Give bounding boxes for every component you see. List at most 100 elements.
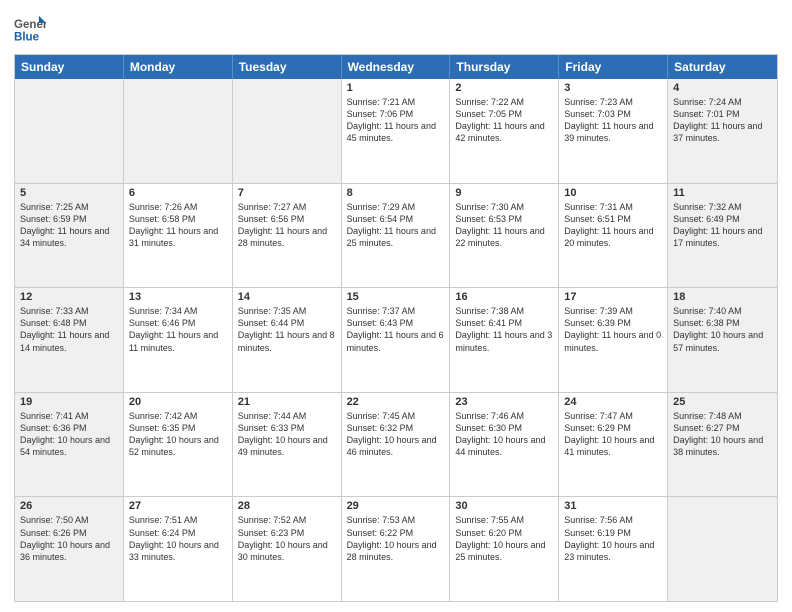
day-number: 22 [347,396,445,408]
day-number: 16 [455,291,553,303]
empty-cell-4-6 [668,497,777,601]
day-info: Sunrise: 7:40 AM Sunset: 6:38 PM Dayligh… [673,305,772,354]
empty-cell-0-1 [124,79,233,183]
day-cell-7: 7 Sunrise: 7:27 AM Sunset: 6:56 PM Daylig… [233,184,342,288]
day-cell-18: 18 Sunrise: 7:40 AM Sunset: 6:38 PM Dayli… [668,288,777,392]
day-info: Sunrise: 7:55 AM Sunset: 6:20 PM Dayligh… [455,514,553,563]
day-info: Sunrise: 7:56 AM Sunset: 6:19 PM Dayligh… [564,514,662,563]
day-info: Sunrise: 7:47 AM Sunset: 6:29 PM Dayligh… [564,410,662,459]
day-info: Sunrise: 7:45 AM Sunset: 6:32 PM Dayligh… [347,410,445,459]
header-day-sunday: Sunday [15,55,124,79]
day-number: 12 [20,291,118,303]
day-cell-2: 2 Sunrise: 7:22 AM Sunset: 7:05 PM Daylig… [450,79,559,183]
day-info: Sunrise: 7:42 AM Sunset: 6:35 PM Dayligh… [129,410,227,459]
day-info: Sunrise: 7:24 AM Sunset: 7:01 PM Dayligh… [673,96,772,145]
day-info: Sunrise: 7:37 AM Sunset: 6:43 PM Dayligh… [347,305,445,354]
day-cell-25: 25 Sunrise: 7:48 AM Sunset: 6:27 PM Dayli… [668,393,777,497]
day-number: 27 [129,500,227,512]
day-number: 15 [347,291,445,303]
header-day-tuesday: Tuesday [233,55,342,79]
svg-text:Blue: Blue [14,32,40,44]
day-number: 29 [347,500,445,512]
day-cell-28: 28Sunrise: 7:52 AM Sunset: 6:23 PM Dayli… [233,497,342,601]
day-cell-22: 22 Sunrise: 7:45 AM Sunset: 6:32 PM Dayli… [342,393,451,497]
day-cell-12: 12 Sunrise: 7:33 AM Sunset: 6:48 PM Dayli… [15,288,124,392]
day-info: Sunrise: 7:44 AM Sunset: 6:33 PM Dayligh… [238,410,336,459]
day-number: 13 [129,291,227,303]
day-cell-31: 31 Sunrise: 7:56 AM Sunset: 6:19 PM Dayli… [559,497,668,601]
day-number: 9 [455,187,553,199]
day-cell-27: 27Sunrise: 7:51 AM Sunset: 6:24 PM Dayli… [124,497,233,601]
day-info: Sunrise: 7:21 AM Sunset: 7:06 PM Dayligh… [347,96,445,145]
day-info: Sunrise: 7:53 AM Sunset: 6:22 PM Dayligh… [347,514,445,563]
day-info: Sunrise: 7:33 AM Sunset: 6:48 PM Dayligh… [20,305,118,354]
day-cell-5: 5 Sunrise: 7:25 AM Sunset: 6:59 PM Daylig… [15,184,124,288]
day-number: 14 [238,291,336,303]
calendar-row-1: 5 Sunrise: 7:25 AM Sunset: 6:59 PM Daylig… [15,184,777,289]
day-info: Sunrise: 7:23 AM Sunset: 7:03 PM Dayligh… [564,96,662,145]
day-number: 4 [673,82,772,94]
calendar: SundayMondayTuesdayWednesdayThursdayFrid… [14,54,778,602]
day-cell-17: 17Sunrise: 7:39 AM Sunset: 6:39 PM Dayli… [559,288,668,392]
day-info: Sunrise: 7:38 AM Sunset: 6:41 PM Dayligh… [455,305,553,354]
day-number: 19 [20,396,118,408]
page-container: General Blue SundayMondayTuesdayWednesda… [0,0,792,612]
day-cell-11: 11Sunrise: 7:32 AM Sunset: 6:49 PM Dayli… [668,184,777,288]
day-number: 5 [20,187,118,199]
day-info: Sunrise: 7:26 AM Sunset: 6:58 PM Dayligh… [129,201,227,250]
header-day-thursday: Thursday [450,55,559,79]
day-info: Sunrise: 7:41 AM Sunset: 6:36 PM Dayligh… [20,410,118,459]
day-info: Sunrise: 7:22 AM Sunset: 7:05 PM Dayligh… [455,96,553,145]
day-number: 2 [455,82,553,94]
day-cell-6: 6 Sunrise: 7:26 AM Sunset: 6:58 PM Daylig… [124,184,233,288]
day-number: 6 [129,187,227,199]
calendar-row-3: 19 Sunrise: 7:41 AM Sunset: 6:36 PM Dayli… [15,393,777,498]
empty-cell-0-2 [233,79,342,183]
day-number: 31 [564,500,662,512]
day-info: Sunrise: 7:46 AM Sunset: 6:30 PM Dayligh… [455,410,553,459]
header-day-monday: Monday [124,55,233,79]
day-number: 17 [564,291,662,303]
day-cell-23: 23 Sunrise: 7:46 AM Sunset: 6:30 PM Dayli… [450,393,559,497]
day-info: Sunrise: 7:50 AM Sunset: 6:26 PM Dayligh… [20,514,118,563]
day-number: 10 [564,187,662,199]
day-info: Sunrise: 7:31 AM Sunset: 6:51 PM Dayligh… [564,201,662,250]
logo-icon: General Blue [14,14,46,46]
header-day-friday: Friday [559,55,668,79]
day-info: Sunrise: 7:48 AM Sunset: 6:27 PM Dayligh… [673,410,772,459]
day-cell-1: 1 Sunrise: 7:21 AM Sunset: 7:06 PM Daylig… [342,79,451,183]
day-number: 25 [673,396,772,408]
day-info: Sunrise: 7:30 AM Sunset: 6:53 PM Dayligh… [455,201,553,250]
day-number: 24 [564,396,662,408]
empty-cell-0-0 [15,79,124,183]
day-number: 21 [238,396,336,408]
day-cell-16: 16 Sunrise: 7:38 AM Sunset: 6:41 PM Dayli… [450,288,559,392]
header: General Blue [14,10,778,46]
day-cell-24: 24 Sunrise: 7:47 AM Sunset: 6:29 PM Dayli… [559,393,668,497]
day-number: 30 [455,500,553,512]
day-number: 7 [238,187,336,199]
day-cell-10: 10 Sunrise: 7:31 AM Sunset: 6:51 PM Dayli… [559,184,668,288]
day-number: 23 [455,396,553,408]
day-cell-4: 4 Sunrise: 7:24 AM Sunset: 7:01 PM Daylig… [668,79,777,183]
day-cell-9: 9 Sunrise: 7:30 AM Sunset: 6:53 PM Daylig… [450,184,559,288]
calendar-body: 1 Sunrise: 7:21 AM Sunset: 7:06 PM Daylig… [15,79,777,601]
day-number: 26 [20,500,118,512]
day-info: Sunrise: 7:27 AM Sunset: 6:56 PM Dayligh… [238,201,336,250]
day-cell-21: 21 Sunrise: 7:44 AM Sunset: 6:33 PM Dayli… [233,393,342,497]
day-number: 8 [347,187,445,199]
day-number: 1 [347,82,445,94]
calendar-header: SundayMondayTuesdayWednesdayThursdayFrid… [15,55,777,79]
day-info: Sunrise: 7:29 AM Sunset: 6:54 PM Dayligh… [347,201,445,250]
day-number: 18 [673,291,772,303]
day-cell-14: 14Sunrise: 7:35 AM Sunset: 6:44 PM Dayli… [233,288,342,392]
day-info: Sunrise: 7:34 AM Sunset: 6:46 PM Dayligh… [129,305,227,354]
day-cell-26: 26 Sunrise: 7:50 AM Sunset: 6:26 PM Dayli… [15,497,124,601]
day-cell-3: 3Sunrise: 7:23 AM Sunset: 7:03 PM Daylig… [559,79,668,183]
header-day-saturday: Saturday [668,55,777,79]
day-info: Sunrise: 7:52 AM Sunset: 6:23 PM Dayligh… [238,514,336,563]
day-info: Sunrise: 7:32 AM Sunset: 6:49 PM Dayligh… [673,201,772,250]
header-day-wednesday: Wednesday [342,55,451,79]
day-cell-13: 13 Sunrise: 7:34 AM Sunset: 6:46 PM Dayli… [124,288,233,392]
day-info: Sunrise: 7:25 AM Sunset: 6:59 PM Dayligh… [20,201,118,250]
